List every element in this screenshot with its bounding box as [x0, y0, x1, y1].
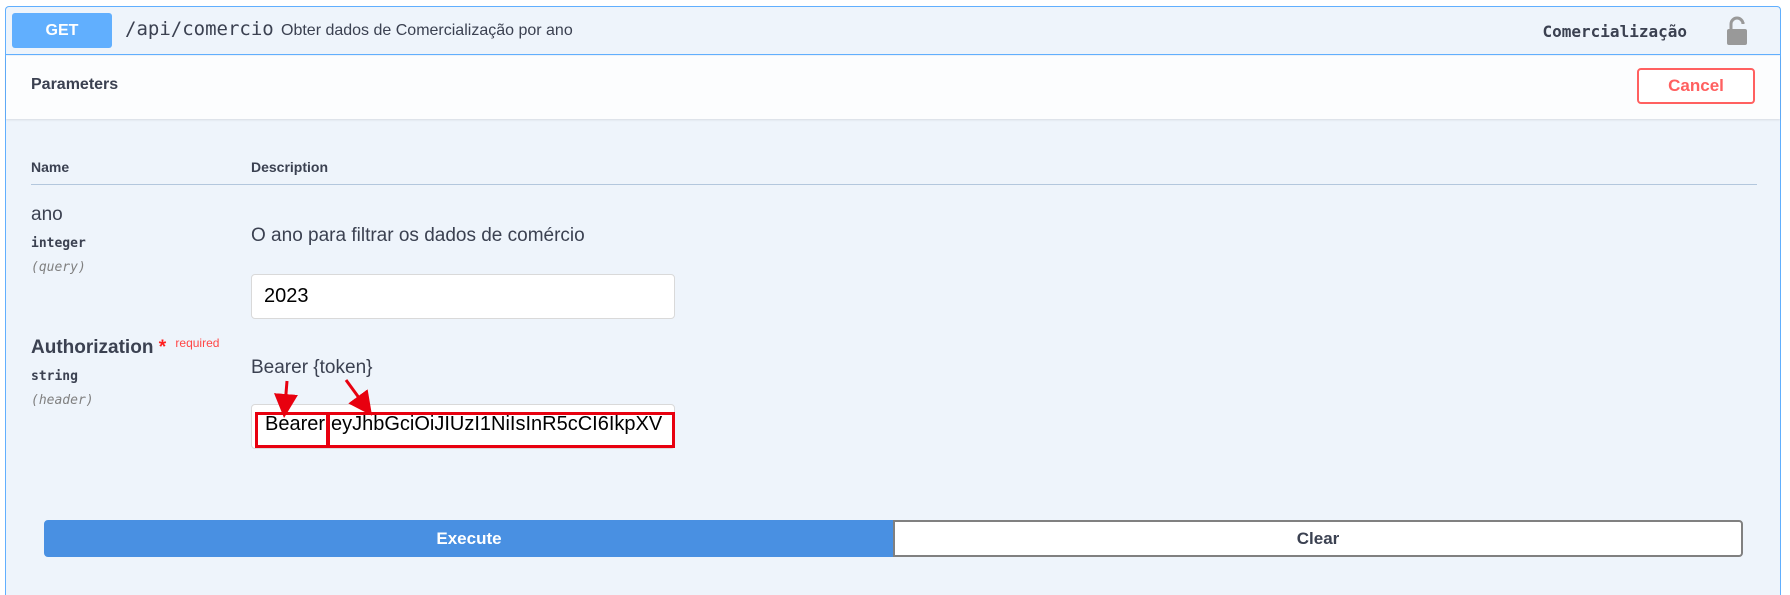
arrow-to-token: [344, 379, 373, 416]
clear-button[interactable]: Clear: [893, 520, 1743, 557]
annotation-arrows: [273, 379, 373, 418]
execute-button[interactable]: Execute: [44, 520, 894, 557]
arrow-to-bearer: [273, 380, 298, 418]
